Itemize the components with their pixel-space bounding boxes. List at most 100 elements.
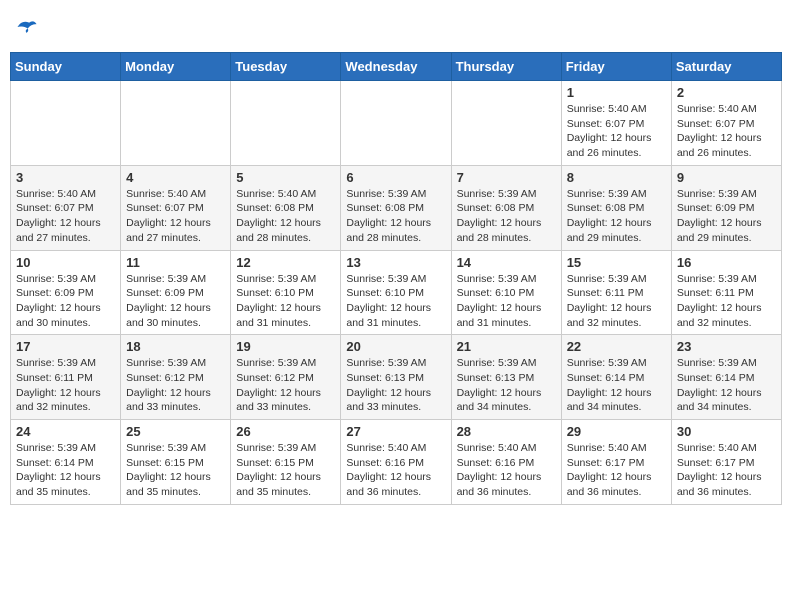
logo-bird-icon <box>16 18 38 36</box>
day-number: 26 <box>236 424 335 439</box>
calendar-week-row: 10 Sunrise: 5:39 AM Sunset: 6:09 PM Dayli… <box>11 250 782 335</box>
day-info: Sunrise: 5:39 AM Sunset: 6:11 PM Dayligh… <box>677 272 776 331</box>
calendar-cell: 3 Sunrise: 5:40 AM Sunset: 6:07 PM Daylig… <box>11 165 121 250</box>
calendar-week-row: 1Sunrise: 5:40 AM Sunset: 6:07 PM Daylig… <box>11 81 782 166</box>
calendar-cell: 29 Sunrise: 5:40 AM Sunset: 6:17 PM Dayli… <box>561 420 671 505</box>
calendar-cell: 10 Sunrise: 5:39 AM Sunset: 6:09 PM Dayli… <box>11 250 121 335</box>
day-info: Sunrise: 5:39 AM Sunset: 6:10 PM Dayligh… <box>236 272 335 331</box>
page-header <box>10 10 782 44</box>
day-number: 15 <box>567 255 666 270</box>
calendar-cell <box>11 81 121 166</box>
day-info: Sunrise: 5:40 AM Sunset: 6:08 PM Dayligh… <box>236 187 335 246</box>
day-number: 28 <box>457 424 556 439</box>
day-info: Sunrise: 5:39 AM Sunset: 6:12 PM Dayligh… <box>126 356 225 415</box>
day-number: 5 <box>236 170 335 185</box>
day-number: 19 <box>236 339 335 354</box>
calendar-cell <box>121 81 231 166</box>
day-info: Sunrise: 5:39 AM Sunset: 6:08 PM Dayligh… <box>457 187 556 246</box>
calendar-cell: 17 Sunrise: 5:39 AM Sunset: 6:11 PM Dayli… <box>11 335 121 420</box>
day-info: Sunrise: 5:40 AM Sunset: 6:07 PM Dayligh… <box>677 102 776 161</box>
calendar-cell: 28 Sunrise: 5:40 AM Sunset: 6:16 PM Dayli… <box>451 420 561 505</box>
day-number: 10 <box>16 255 115 270</box>
calendar-header-row: SundayMondayTuesdayWednesdayThursdayFrid… <box>11 53 782 81</box>
calendar-week-row: 17 Sunrise: 5:39 AM Sunset: 6:11 PM Dayli… <box>11 335 782 420</box>
day-number: 20 <box>346 339 445 354</box>
day-info: Sunrise: 5:40 AM Sunset: 6:16 PM Dayligh… <box>346 441 445 500</box>
calendar-weekday-header: Wednesday <box>341 53 451 81</box>
calendar-cell: 22 Sunrise: 5:39 AM Sunset: 6:14 PM Dayli… <box>561 335 671 420</box>
calendar-cell: 27 Sunrise: 5:40 AM Sunset: 6:16 PM Dayli… <box>341 420 451 505</box>
day-info: Sunrise: 5:39 AM Sunset: 6:11 PM Dayligh… <box>567 272 666 331</box>
day-info: Sunrise: 5:40 AM Sunset: 6:07 PM Dayligh… <box>567 102 666 161</box>
day-number: 25 <box>126 424 225 439</box>
day-info: Sunrise: 5:39 AM Sunset: 6:13 PM Dayligh… <box>346 356 445 415</box>
calendar-cell: 25 Sunrise: 5:39 AM Sunset: 6:15 PM Dayli… <box>121 420 231 505</box>
day-number: 30 <box>677 424 776 439</box>
calendar-cell: 5 Sunrise: 5:40 AM Sunset: 6:08 PM Daylig… <box>231 165 341 250</box>
day-number: 2 <box>677 85 776 100</box>
calendar-cell: 23 Sunrise: 5:39 AM Sunset: 6:14 PM Dayli… <box>671 335 781 420</box>
calendar-cell: 11 Sunrise: 5:39 AM Sunset: 6:09 PM Dayli… <box>121 250 231 335</box>
day-number: 16 <box>677 255 776 270</box>
calendar-cell: 6 Sunrise: 5:39 AM Sunset: 6:08 PM Daylig… <box>341 165 451 250</box>
day-info: Sunrise: 5:39 AM Sunset: 6:13 PM Dayligh… <box>457 356 556 415</box>
day-info: Sunrise: 5:40 AM Sunset: 6:17 PM Dayligh… <box>677 441 776 500</box>
calendar-weekday-header: Saturday <box>671 53 781 81</box>
day-number: 27 <box>346 424 445 439</box>
day-info: Sunrise: 5:39 AM Sunset: 6:15 PM Dayligh… <box>126 441 225 500</box>
calendar-cell: 24 Sunrise: 5:39 AM Sunset: 6:14 PM Dayli… <box>11 420 121 505</box>
calendar-cell <box>341 81 451 166</box>
calendar-cell <box>231 81 341 166</box>
day-info: Sunrise: 5:40 AM Sunset: 6:07 PM Dayligh… <box>126 187 225 246</box>
calendar-weekday-header: Friday <box>561 53 671 81</box>
calendar-cell: 15 Sunrise: 5:39 AM Sunset: 6:11 PM Dayli… <box>561 250 671 335</box>
day-number: 24 <box>16 424 115 439</box>
day-number: 13 <box>346 255 445 270</box>
day-info: Sunrise: 5:40 AM Sunset: 6:07 PM Dayligh… <box>16 187 115 246</box>
day-number: 6 <box>346 170 445 185</box>
calendar-weekday-header: Tuesday <box>231 53 341 81</box>
day-number: 21 <box>457 339 556 354</box>
day-number: 8 <box>567 170 666 185</box>
day-info: Sunrise: 5:39 AM Sunset: 6:10 PM Dayligh… <box>457 272 556 331</box>
calendar-weekday-header: Monday <box>121 53 231 81</box>
day-number: 17 <box>16 339 115 354</box>
day-info: Sunrise: 5:40 AM Sunset: 6:17 PM Dayligh… <box>567 441 666 500</box>
day-number: 18 <box>126 339 225 354</box>
calendar-cell: 12 Sunrise: 5:39 AM Sunset: 6:10 PM Dayli… <box>231 250 341 335</box>
day-info: Sunrise: 5:39 AM Sunset: 6:14 PM Dayligh… <box>677 356 776 415</box>
day-info: Sunrise: 5:40 AM Sunset: 6:16 PM Dayligh… <box>457 441 556 500</box>
calendar-cell: 26Sunrise: 5:39 AM Sunset: 6:15 PM Dayli… <box>231 420 341 505</box>
day-info: Sunrise: 5:39 AM Sunset: 6:14 PM Dayligh… <box>16 441 115 500</box>
calendar-cell: 2 Sunrise: 5:40 AM Sunset: 6:07 PM Daylig… <box>671 81 781 166</box>
calendar-cell: 4 Sunrise: 5:40 AM Sunset: 6:07 PM Daylig… <box>121 165 231 250</box>
calendar-cell: 1Sunrise: 5:40 AM Sunset: 6:07 PM Daylig… <box>561 81 671 166</box>
day-number: 11 <box>126 255 225 270</box>
day-info: Sunrise: 5:39 AM Sunset: 6:09 PM Dayligh… <box>126 272 225 331</box>
calendar-cell: 19Sunrise: 5:39 AM Sunset: 6:12 PM Dayli… <box>231 335 341 420</box>
day-number: 23 <box>677 339 776 354</box>
calendar-week-row: 24 Sunrise: 5:39 AM Sunset: 6:14 PM Dayli… <box>11 420 782 505</box>
calendar-cell: 20 Sunrise: 5:39 AM Sunset: 6:13 PM Dayli… <box>341 335 451 420</box>
day-number: 3 <box>16 170 115 185</box>
day-number: 14 <box>457 255 556 270</box>
calendar-cell: 7 Sunrise: 5:39 AM Sunset: 6:08 PM Daylig… <box>451 165 561 250</box>
day-info: Sunrise: 5:39 AM Sunset: 6:08 PM Dayligh… <box>346 187 445 246</box>
calendar-week-row: 3 Sunrise: 5:40 AM Sunset: 6:07 PM Daylig… <box>11 165 782 250</box>
day-info: Sunrise: 5:39 AM Sunset: 6:14 PM Dayligh… <box>567 356 666 415</box>
day-number: 12 <box>236 255 335 270</box>
calendar-cell: 13Sunrise: 5:39 AM Sunset: 6:10 PM Dayli… <box>341 250 451 335</box>
day-number: 22 <box>567 339 666 354</box>
day-number: 7 <box>457 170 556 185</box>
day-number: 4 <box>126 170 225 185</box>
day-info: Sunrise: 5:39 AM Sunset: 6:09 PM Dayligh… <box>16 272 115 331</box>
day-info: Sunrise: 5:39 AM Sunset: 6:09 PM Dayligh… <box>677 187 776 246</box>
day-info: Sunrise: 5:39 AM Sunset: 6:08 PM Dayligh… <box>567 187 666 246</box>
day-number: 9 <box>677 170 776 185</box>
calendar-cell: 14 Sunrise: 5:39 AM Sunset: 6:10 PM Dayli… <box>451 250 561 335</box>
calendar-weekday-header: Thursday <box>451 53 561 81</box>
day-number: 29 <box>567 424 666 439</box>
calendar-cell: 16 Sunrise: 5:39 AM Sunset: 6:11 PM Dayli… <box>671 250 781 335</box>
day-info: Sunrise: 5:39 AM Sunset: 6:11 PM Dayligh… <box>16 356 115 415</box>
calendar-weekday-header: Sunday <box>11 53 121 81</box>
